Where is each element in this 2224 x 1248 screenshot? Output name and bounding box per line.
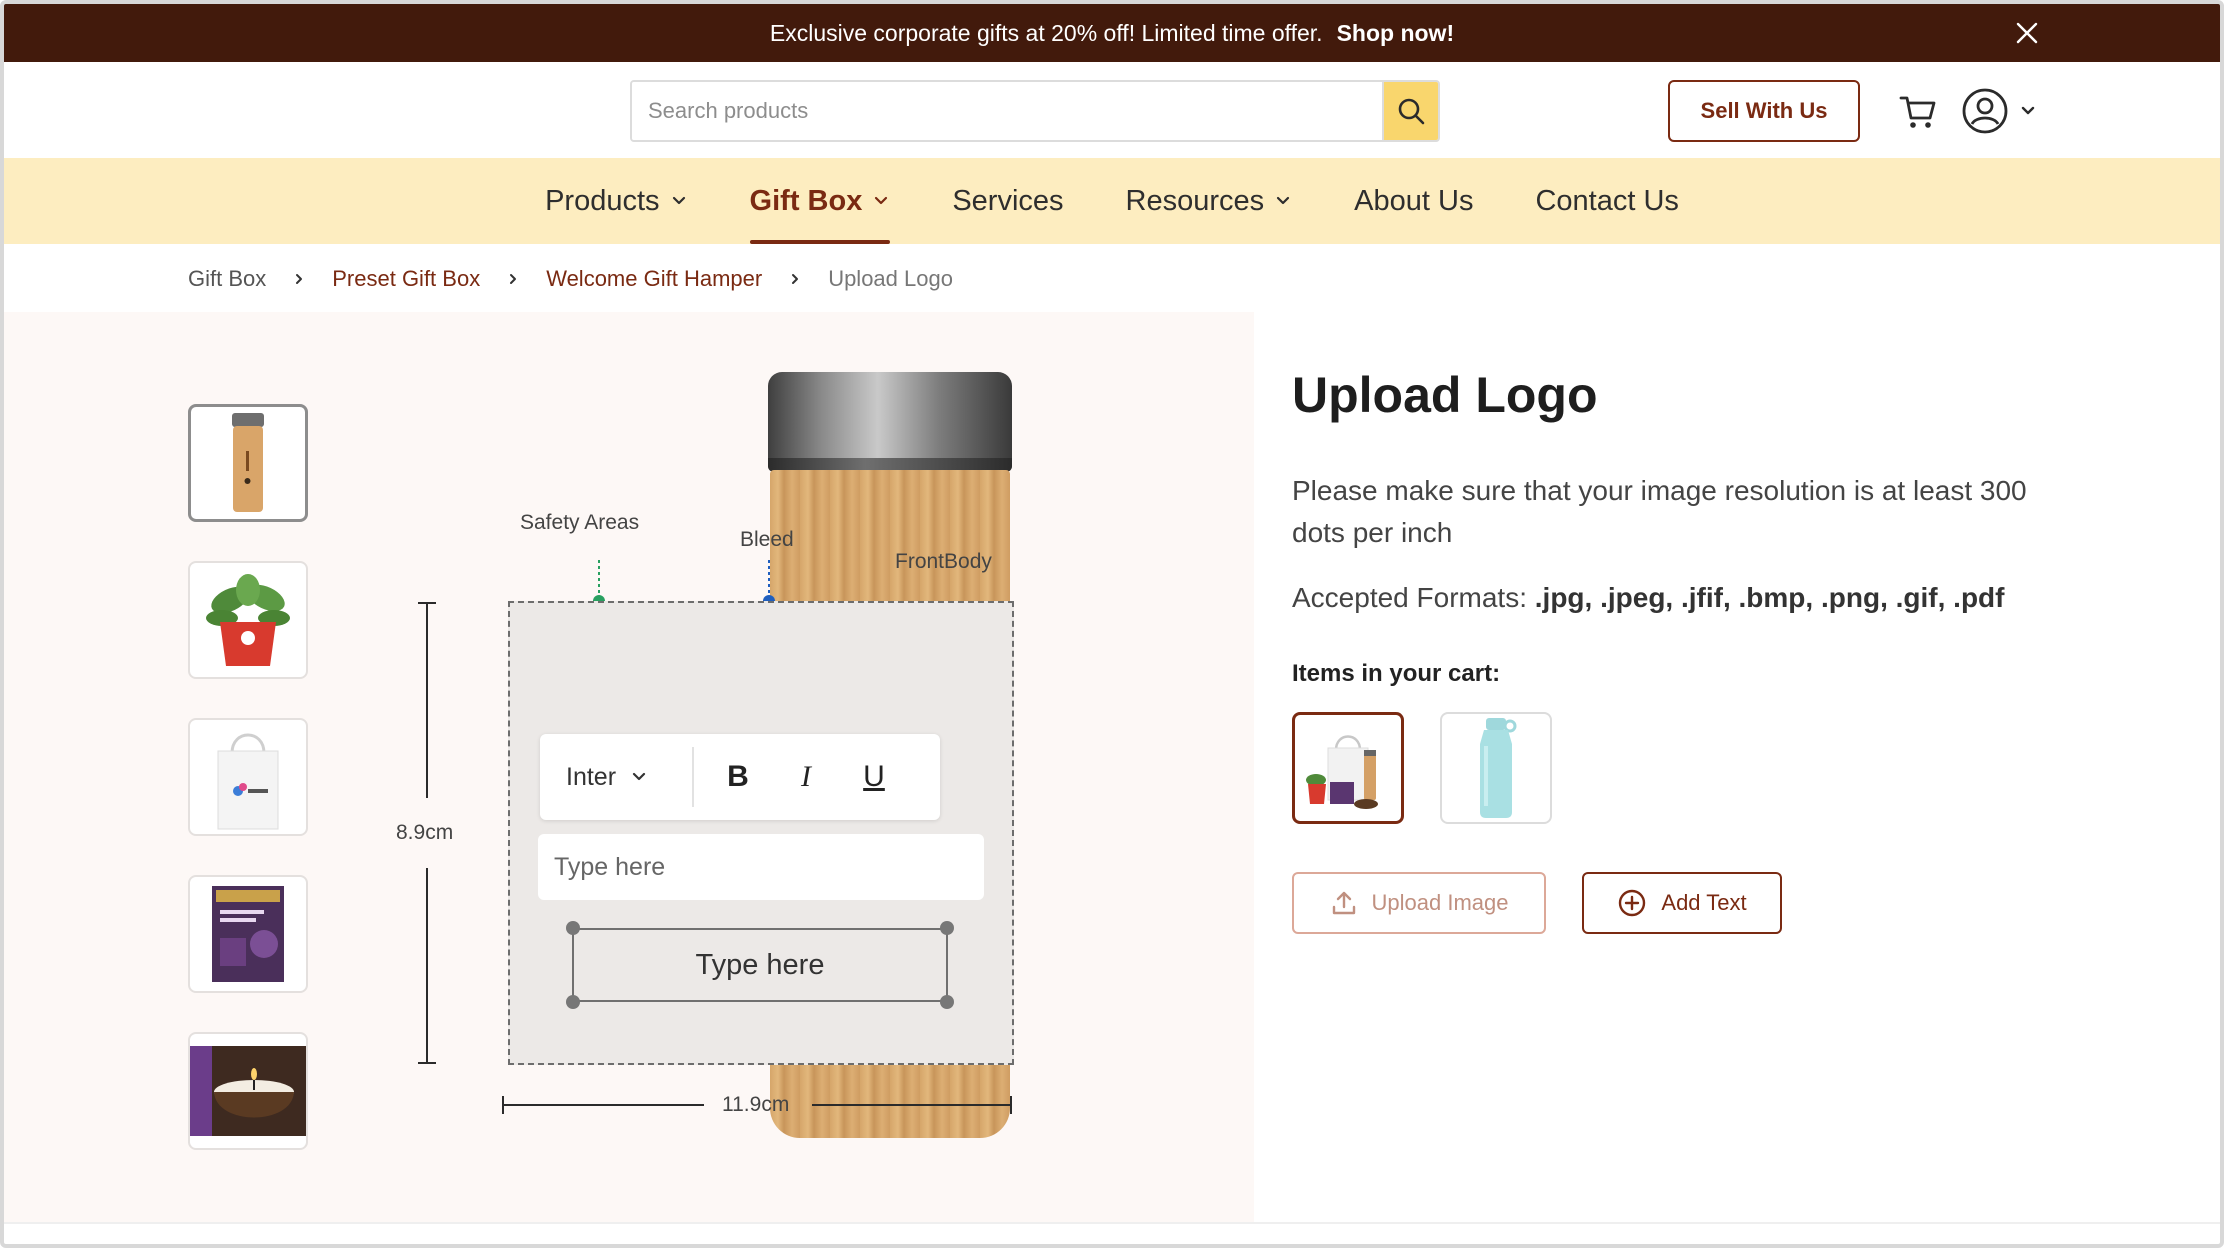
search-input[interactable]: [632, 82, 1382, 140]
text-toolbar: Inter B I U: [540, 734, 940, 820]
width-guide-right: [812, 1104, 1012, 1106]
close-icon[interactable]: [2012, 18, 2042, 48]
resize-handle-bottom-right[interactable]: [940, 995, 954, 1009]
bamboo-bottle-thumbnail: [232, 413, 264, 512]
chevron-right-icon: [510, 274, 517, 284]
app-window: Exclusive corporate gifts at 20% off! Li…: [0, 0, 2224, 1248]
formats-value: .jpg, .jpeg, .jfif, .bmp, .png, .gif, .p…: [1534, 582, 2005, 613]
breadcrumb-preset-gift-box[interactable]: Preset Gift Box: [332, 266, 480, 292]
breadcrumb-upload-logo: Upload Logo: [828, 266, 953, 291]
nav-item-about-us[interactable]: About Us: [1354, 158, 1473, 244]
underline-button[interactable]: U: [840, 747, 908, 807]
shop-now-link[interactable]: Shop now!: [1337, 20, 1455, 47]
chevron-down-icon: [1277, 196, 1290, 205]
bold-button[interactable]: B: [704, 747, 772, 807]
sell-with-us-button[interactable]: Sell With Us: [1668, 80, 1860, 142]
promo-banner: Exclusive corporate gifts at 20% off! Li…: [4, 4, 2220, 62]
upload-image-button[interactable]: Upload Image: [1292, 872, 1546, 934]
breadcrumb: Gift Box Preset Gift Box Welcome Gift Ha…: [188, 266, 953, 292]
upload-image-label: Upload Image: [1371, 890, 1509, 915]
thumbnail-plant[interactable]: [188, 561, 308, 679]
breadcrumb-gift-box[interactable]: Gift Box: [188, 266, 266, 292]
coconut-candle-thumbnail: [190, 1046, 306, 1136]
tote-bag-thumbnail: [217, 733, 279, 830]
footer-divider: [4, 1222, 2220, 1224]
upload-icon: [1332, 891, 1355, 915]
main-nav: Products Gift Box Services Resources Abo…: [4, 158, 2220, 244]
front-body-label: FrontBody: [895, 550, 992, 573]
water-bottle-thumbnail: [1480, 718, 1517, 818]
resolution-note: Please make sure that your image resolut…: [1292, 475, 2027, 548]
potted-plant-thumbnail: [206, 574, 290, 666]
chevron-down-icon: [672, 196, 685, 205]
height-guide-cap: [418, 602, 436, 604]
height-guide-bottom: [426, 868, 428, 1064]
site-header: Sell With Us: [4, 62, 2220, 158]
gift-hamper-thumbnail: [1306, 735, 1378, 809]
chevron-down-icon: [632, 772, 646, 781]
text-input[interactable]: [538, 834, 984, 900]
cart-item-gift-hamper[interactable]: [1292, 712, 1404, 824]
search-bar: [630, 80, 1440, 142]
nav-label: Resources: [1125, 184, 1265, 217]
promo-text: Exclusive corporate gifts at 20% off! Li…: [769, 19, 1323, 46]
cart-items-label: Items in your cart:: [1292, 660, 1501, 687]
font-select[interactable]: Inter: [540, 747, 694, 807]
width-guide-left: [504, 1104, 704, 1106]
nav-label: Gift Box: [749, 184, 863, 217]
thumbnail-tea-box[interactable]: [188, 875, 308, 993]
chevron-down-icon: [875, 196, 888, 205]
chevron-down-icon: [2021, 106, 2035, 115]
resize-handle-bottom-left[interactable]: [566, 995, 580, 1009]
formats-label: Accepted Formats:: [1292, 582, 1527, 613]
cart-item-water-bottle[interactable]: [1440, 712, 1552, 824]
height-guide-top: [426, 602, 428, 798]
nav-label: Services: [952, 184, 1064, 217]
user-icon: [1962, 88, 2008, 134]
nav-label: About Us: [1354, 184, 1474, 217]
text-layer-content: Type here: [695, 948, 825, 981]
resize-handle-top-right[interactable]: [940, 921, 954, 935]
width-dimension: 11.9cm: [722, 1093, 790, 1116]
font-name: Inter: [566, 762, 617, 791]
breadcrumb-welcome-gift-hamper[interactable]: Welcome Gift Hamper: [546, 266, 762, 292]
nav-label: Products: [545, 184, 660, 217]
cart-icon[interactable]: [1898, 92, 1938, 132]
nav-item-gift-box[interactable]: Gift Box: [749, 158, 891, 244]
nav-item-products[interactable]: Products: [545, 158, 687, 244]
tea-box-thumbnail: [212, 886, 284, 982]
width-guide-cap: [1010, 1096, 1012, 1114]
resize-handle-top-left[interactable]: [566, 921, 580, 935]
thumbnail-tote-bag[interactable]: [188, 718, 308, 836]
chevron-right-icon: [792, 274, 799, 284]
plus-circle-icon: [1619, 889, 1646, 917]
thumbnail-candle[interactable]: [188, 1032, 308, 1150]
safety-areas-label: Safety Areas: [520, 511, 640, 534]
search-button[interactable]: [1382, 82, 1438, 140]
width-guide-cap: [502, 1096, 504, 1114]
nav-item-contact-us[interactable]: Contact Us: [1535, 158, 1678, 244]
page-title: Upload Logo: [1292, 367, 1598, 423]
italic-button[interactable]: I: [772, 747, 840, 807]
nav-item-services[interactable]: Services: [952, 158, 1063, 244]
account-menu[interactable]: [1960, 86, 2042, 136]
accepted-formats: Accepted Formats: .jpg, .jpeg, .jfif, .b…: [1292, 582, 2004, 614]
search-icon: [1398, 98, 1425, 125]
nav-item-resources[interactable]: Resources: [1126, 158, 1293, 244]
thumbnail-bottle[interactable]: [188, 404, 308, 522]
nav-label: Contact Us: [1535, 184, 1679, 217]
height-guide-cap: [418, 1062, 436, 1064]
text-layer-box[interactable]: Type here: [572, 928, 948, 1002]
add-text-button[interactable]: Add Text: [1582, 872, 1782, 934]
bleed-label: Bleed: [740, 528, 794, 551]
height-dimension: 8.9cm: [396, 821, 454, 844]
chevron-right-icon: [296, 274, 303, 284]
add-text-label: Add Text: [1661, 890, 1747, 915]
bottle-cap: [768, 372, 1012, 472]
